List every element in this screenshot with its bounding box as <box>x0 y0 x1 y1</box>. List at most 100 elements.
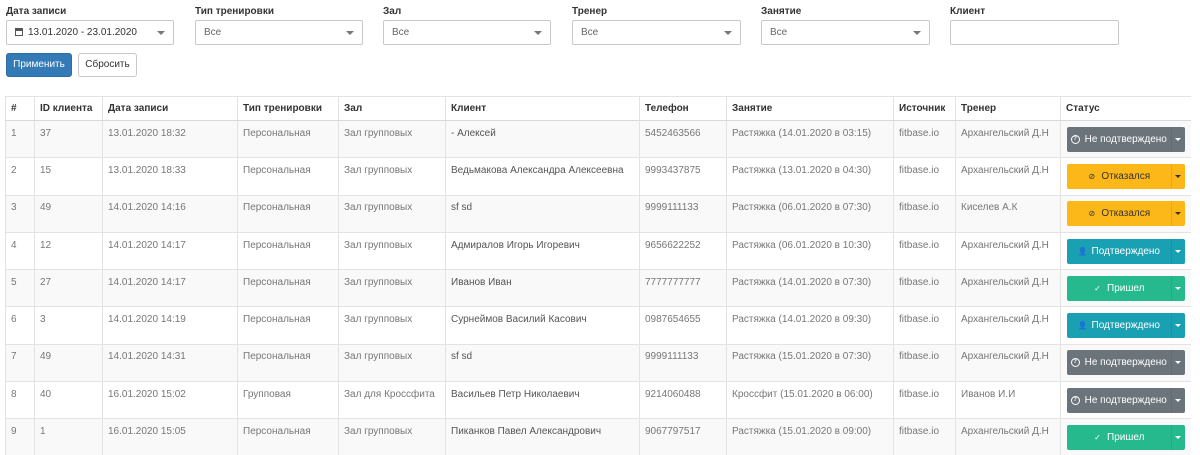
source-cell: fitbase.io <box>893 306 956 345</box>
status-dropdown-button[interactable]: ? Не подтверждено <box>1067 387 1185 413</box>
filter-client-label: Клиент <box>950 6 986 17</box>
status-main[interactable]: 👤 Подтверждено <box>1067 239 1171 264</box>
client-id-cell: 49 <box>34 194 103 233</box>
col-status-header[interactable]: Статус <box>1060 96 1191 121</box>
status-dropdown-button[interactable]: ? Не подтверждено <box>1067 350 1185 376</box>
col-trainer-header[interactable]: Тренер <box>955 96 1061 121</box>
status-main[interactable]: ? Не подтверждено <box>1067 350 1171 375</box>
col-date-header[interactable]: Дата записи <box>102 96 238 121</box>
table-row[interactable]: 3 49 14.01.2020 14:16 Персональная Зал групп… <box>5 194 1191 233</box>
question-circle-icon: ? <box>1070 358 1080 368</box>
phone-cell: 9656622252 <box>639 231 727 270</box>
caret-down-icon[interactable] <box>1170 126 1185 152</box>
table-row[interactable]: 8 40 16.01.2020 15:02 Групповая Зал для Крос… <box>5 381 1191 419</box>
filter-type-label: Тип тренировки <box>195 6 274 17</box>
col-number-header[interactable]: # <box>5 96 35 121</box>
status-main[interactable]: ✓ Пришел <box>1067 276 1171 301</box>
col-client-id-header[interactable]: ID клиента <box>34 96 103 121</box>
status-cell: 👤 Подтверждено <box>1060 231 1191 270</box>
caret-down-icon[interactable] <box>1170 163 1185 189</box>
booking-date-cell: 14.01.2020 14:31 <box>102 343 238 382</box>
row-number-cell: 4 <box>5 231 35 270</box>
status-cell: ⊘ Отказался <box>1060 194 1191 233</box>
trainer-cell: Архангельский Д.Н <box>955 306 1061 345</box>
trainer-cell: Архангельский Д.Н <box>955 343 1061 382</box>
apply-button[interactable]: Применить <box>6 53 72 77</box>
booking-date-cell: 14.01.2020 14:19 <box>102 306 238 345</box>
lesson-select[interactable]: Все <box>761 20 930 45</box>
training-type-cell: Групповая <box>237 381 339 419</box>
date-range-picker[interactable]: 13.01.2020 - 23.01.2020 <box>6 20 174 45</box>
table-row[interactable]: 2 15 13.01.2020 18:33 Персональная Зал групп… <box>5 157 1191 196</box>
phone-cell: 9993437875 <box>639 157 727 196</box>
chevron-down-icon <box>157 31 165 35</box>
chevron-down-icon <box>724 31 732 35</box>
status-dropdown-button[interactable]: ✓ Пришел <box>1067 275 1185 301</box>
table-row[interactable]: 4 12 14.01.2020 14:17 Персональная Зал групп… <box>5 231 1191 270</box>
table-row[interactable]: 7 49 14.01.2020 14:31 Персональная Зал групп… <box>5 343 1191 382</box>
status-cell: ? Не подтверждено <box>1060 119 1191 158</box>
status-cell: ✓ Пришел <box>1060 269 1191 307</box>
status-dropdown-button[interactable]: ⊘ Отказался <box>1067 163 1185 189</box>
caret-down-icon[interactable] <box>1170 350 1185 376</box>
training-type-cell: Персональная <box>237 343 339 382</box>
table-row[interactable]: 1 37 13.01.2020 18:32 Персональная Зал групп… <box>5 119 1191 158</box>
bookings-table: # ID клиента Дата записи Тип тренировки Зал К… <box>5 96 1191 455</box>
caret-down-icon[interactable] <box>1170 313 1185 339</box>
status-main[interactable]: ? Не подтверждено <box>1067 127 1171 152</box>
reset-button[interactable]: Сбросить <box>78 53 137 77</box>
training-type-select[interactable]: Все <box>195 20 363 45</box>
trainer-select[interactable]: Все <box>572 20 741 45</box>
status-label: Пришел <box>1107 282 1145 294</box>
phone-cell: 9067797517 <box>639 418 727 455</box>
hall-cell: Зал групповых <box>338 119 446 158</box>
calendar-icon <box>15 28 23 36</box>
training-type-cell: Персональная <box>237 306 339 345</box>
status-cell: 👤 Подтверждено <box>1060 306 1191 345</box>
lesson-cell: Растяжка (15.01.2020 в 09:00) <box>726 418 894 455</box>
caret-down-icon[interactable] <box>1170 238 1185 264</box>
caret-down-icon[interactable] <box>1170 275 1185 301</box>
status-main[interactable]: ? Не подтверждено <box>1067 388 1171 413</box>
col-source-header[interactable]: Источник <box>893 96 956 121</box>
col-hall-header[interactable]: Зал <box>338 96 446 121</box>
booking-date-cell: 14.01.2020 14:17 <box>102 269 238 307</box>
source-cell: fitbase.io <box>893 231 956 270</box>
status-main[interactable]: 👤 Подтверждено <box>1067 313 1171 338</box>
table-row[interactable]: 5 27 14.01.2020 14:17 Персональная Зал групп… <box>5 269 1191 307</box>
status-main[interactable]: ⊘ Отказался <box>1067 201 1171 226</box>
client-name-cell: sf sd <box>445 343 640 382</box>
status-main[interactable]: ⊘ Отказался <box>1067 164 1171 189</box>
status-dropdown-button[interactable]: 👤 Подтверждено <box>1067 313 1185 339</box>
lesson-cell: Растяжка (15.01.2020 в 07:30) <box>726 343 894 382</box>
caret-down-icon[interactable] <box>1170 201 1185 227</box>
col-phone-header[interactable]: Телефон <box>639 96 727 121</box>
status-cell: ? Не подтверждено <box>1060 381 1191 419</box>
phone-cell: 7777777777 <box>639 269 727 307</box>
status-main[interactable]: ✓ Пришел <box>1067 425 1171 450</box>
table-row[interactable]: 9 1 16.01.2020 15:05 Персональная Зал группо… <box>5 418 1191 455</box>
col-lesson-header[interactable]: Занятие <box>726 96 894 121</box>
source-cell: fitbase.io <box>893 269 956 307</box>
status-dropdown-button[interactable]: ✓ Пришел <box>1067 425 1185 451</box>
training-type-cell: Персональная <box>237 418 339 455</box>
lesson-value: Все <box>770 27 788 38</box>
table-row[interactable]: 6 3 14.01.2020 14:19 Персональная Зал группо… <box>5 306 1191 345</box>
client-id-cell: 15 <box>34 157 103 196</box>
filter-date-label: Дата записи <box>6 6 67 17</box>
caret-down-icon[interactable] <box>1170 387 1185 413</box>
caret-down-icon[interactable] <box>1170 425 1185 451</box>
status-label: Пришел <box>1107 432 1145 444</box>
status-dropdown-button[interactable]: 👤 Подтверждено <box>1067 238 1185 264</box>
status-dropdown-button[interactable]: ? Не подтверждено <box>1067 126 1185 152</box>
lesson-cell: Растяжка (06.01.2020 в 07:30) <box>726 194 894 233</box>
trainer-cell: Архангельский Д.Н <box>955 269 1061 307</box>
hall-select[interactable]: Все <box>383 20 551 45</box>
date-range-value: 13.01.2020 - 23.01.2020 <box>28 27 137 38</box>
col-client-header[interactable]: Клиент <box>445 96 640 121</box>
hall-cell: Зал групповых <box>338 343 446 382</box>
status-dropdown-button[interactable]: ⊘ Отказался <box>1067 201 1185 227</box>
client-input[interactable] <box>950 20 1119 45</box>
phone-cell: 0987654655 <box>639 306 727 345</box>
col-type-header[interactable]: Тип тренировки <box>237 96 339 121</box>
